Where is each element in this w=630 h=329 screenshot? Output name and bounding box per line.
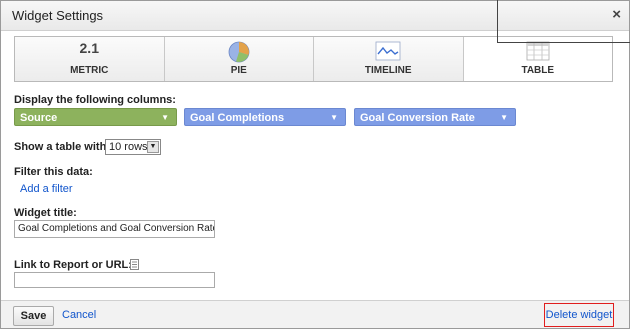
tab-table[interactable]: TABLE bbox=[463, 37, 612, 81]
link-label: Link to Report or URL: bbox=[14, 259, 132, 271]
tab-timeline[interactable]: TIMELINE bbox=[314, 37, 464, 81]
chevron-down-icon: ▼ bbox=[147, 141, 159, 153]
chevron-down-icon: ▼ bbox=[330, 113, 338, 122]
tab-metric[interactable]: 2.1 METRIC bbox=[15, 37, 165, 81]
filter-label: Filter this data: bbox=[14, 166, 93, 178]
chevron-down-icon: ▼ bbox=[500, 113, 508, 122]
pie-chart-icon bbox=[228, 41, 250, 66]
table-size-label: Show a table with bbox=[14, 141, 107, 153]
tab-table-label: TABLE bbox=[521, 65, 555, 76]
columns-label: Display the following columns: bbox=[14, 94, 176, 106]
chevron-down-icon: ▼ bbox=[161, 113, 169, 122]
rows-select[interactable]: 10 rows ▼ bbox=[105, 139, 161, 155]
tab-pie-label: PIE bbox=[230, 65, 247, 76]
dialog-title: Widget Settings bbox=[12, 8, 104, 23]
add-filter-link[interactable]: Add a filter bbox=[20, 183, 73, 195]
document-icon bbox=[130, 259, 139, 273]
delete-widget-link[interactable]: Delete widget bbox=[544, 303, 614, 327]
highlight-overlay bbox=[497, 0, 630, 43]
save-button[interactable]: Save bbox=[13, 306, 54, 326]
tab-metric-label: METRIC bbox=[70, 65, 109, 76]
cancel-link[interactable]: Cancel bbox=[62, 309, 96, 321]
column-select-value: Goal Completions bbox=[190, 112, 285, 124]
dialog-footer: Save Cancel bbox=[1, 300, 629, 328]
timeline-chart-icon bbox=[375, 41, 401, 64]
widget-title-input[interactable]: Goal Completions and Goal Conversion Rat… bbox=[14, 220, 215, 238]
column-select-source[interactable]: Source ▼ bbox=[14, 108, 177, 126]
column-select-goal-completions[interactable]: Goal Completions ▼ bbox=[184, 108, 346, 126]
column-select-value: Source bbox=[20, 112, 58, 124]
link-url-input[interactable] bbox=[14, 272, 215, 288]
tab-timeline-label: TIMELINE bbox=[364, 65, 412, 76]
table-icon bbox=[526, 41, 550, 64]
widget-settings-dialog: Widget Settings × 2.1 METRIC PIE TIMELIN… bbox=[0, 0, 630, 329]
metric-icon: 2.1 bbox=[79, 40, 99, 56]
tab-pie[interactable]: PIE bbox=[164, 37, 314, 81]
column-select-goal-conversion-rate[interactable]: Goal Conversion Rate ▼ bbox=[354, 108, 516, 126]
column-select-value: Goal Conversion Rate bbox=[360, 112, 475, 124]
rows-select-value: 10 rows bbox=[109, 141, 148, 153]
widget-title-label: Widget title: bbox=[14, 207, 77, 219]
